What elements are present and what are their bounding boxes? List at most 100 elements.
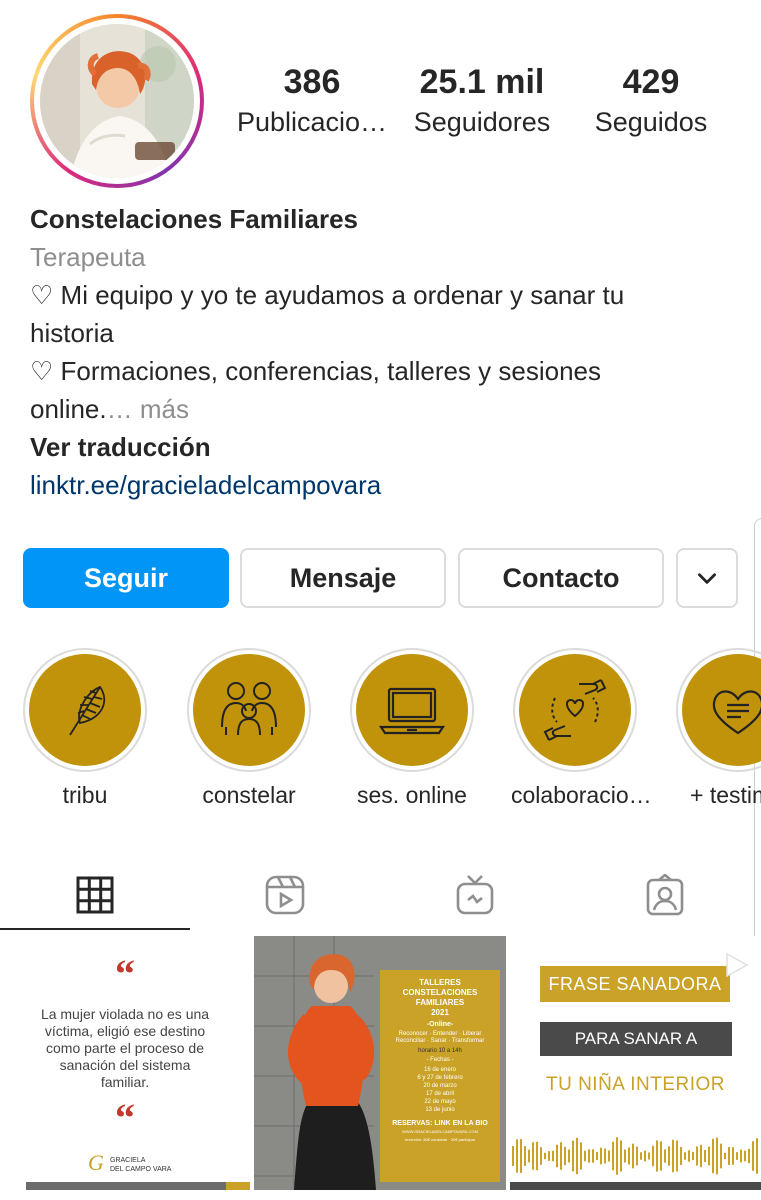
brand-logo-icon: G	[88, 1150, 104, 1175]
waveform-bar	[540, 1147, 542, 1165]
see-translation-link[interactable]: Ver traducción	[30, 428, 211, 466]
tagged-icon	[646, 874, 684, 916]
waveform-bar	[652, 1145, 654, 1167]
waveform-bar	[564, 1146, 566, 1166]
talleres-dates-label: - Fechas -	[426, 1057, 454, 1063]
waveform-bar	[712, 1138, 714, 1174]
waveform-bar	[656, 1140, 658, 1172]
profile-name: Constelaciones Familiares	[30, 204, 359, 234]
highlight-testimonios[interactable]: + testim	[674, 648, 761, 838]
talleres-date: 20 de marzo	[423, 1083, 457, 1089]
highlight-label: constelar	[202, 782, 296, 808]
waveform-bar	[728, 1147, 730, 1165]
waveform-bar	[704, 1149, 706, 1163]
waveform-bar	[640, 1152, 642, 1160]
profile-avatar[interactable]	[30, 14, 204, 188]
highlight-label: ses. online	[357, 782, 467, 808]
talleres-schedule: horario 10 a 14h	[418, 1048, 462, 1054]
waveform-bar	[628, 1147, 630, 1165]
post-tile-frase[interactable]: FRASE SANADORA PARA SANAR A TU NIÑA INTE…	[510, 936, 761, 1190]
quote-mark-top: “	[115, 951, 135, 996]
grid-icon	[76, 876, 114, 914]
waveform-bar	[588, 1149, 590, 1163]
waveform-bar	[544, 1152, 546, 1160]
tab-reels[interactable]	[190, 860, 380, 930]
waveform-bar	[720, 1143, 722, 1169]
waveform-bar	[644, 1150, 646, 1162]
stat-following[interactable]: 429 Seguidos	[572, 60, 730, 140]
profile-link[interactable]: linktr.ee/gracieladelcampovara	[30, 466, 381, 504]
highlight-tribu[interactable]: tribu	[21, 648, 149, 810]
feather-icon	[69, 685, 106, 736]
brand-line-2: DEL CAMPO VARA	[110, 1166, 172, 1173]
waveform-bar	[716, 1137, 718, 1175]
waveform-bar	[520, 1139, 522, 1173]
waveform-bar	[516, 1139, 518, 1173]
quote-line: como parte el proceso de	[46, 1040, 204, 1056]
heart-chat-icon	[712, 690, 761, 735]
talleres-date: 6 y 27 de febrero	[417, 1075, 463, 1081]
hands-heart-icon	[543, 679, 607, 741]
waveform-bar	[648, 1152, 650, 1160]
bio-line-4-text: online.	[30, 394, 107, 424]
highlight-label: colaboracio…	[511, 782, 652, 808]
message-button[interactable]: Mensaje	[240, 548, 446, 608]
family-icon	[221, 682, 277, 736]
waveform-bar	[580, 1142, 582, 1170]
talleres-keywords: Reconciliar · Sanar · Transformar	[395, 1038, 485, 1044]
waveform-bar	[636, 1146, 638, 1166]
follow-button[interactable]: Seguir	[23, 548, 229, 608]
bio-more-link[interactable]: … más	[107, 394, 189, 424]
tab-tagged[interactable]	[570, 860, 760, 930]
suggested-accounts-button[interactable]	[676, 548, 738, 608]
highlight-colaboraciones[interactable]: colaboracio…	[511, 648, 652, 810]
reel-play-icon	[726, 952, 749, 978]
tab-igtv[interactable]	[380, 860, 570, 930]
highlight-label: tribu	[62, 782, 108, 808]
stat-followers[interactable]: 25.1 mil Seguidores	[402, 60, 562, 140]
waveform-bar	[600, 1147, 602, 1165]
quote-line: La mujer violada no es una	[40, 1006, 210, 1022]
waveform-bar	[696, 1146, 698, 1166]
stat-posts-label: Publicacio…	[236, 107, 388, 137]
talleres-website: WWW.GRACIELADELCAMPOVARA.COM	[402, 1129, 478, 1134]
stat-followers-value: 25.1 mil	[419, 63, 545, 101]
contact-button[interactable]: Contacto	[458, 548, 664, 608]
brand-line-1: GRACIELA	[110, 1157, 146, 1164]
waveform-bar	[752, 1141, 754, 1171]
laptop-icon	[378, 687, 446, 735]
highlight-constelar[interactable]: constelar	[185, 648, 313, 810]
waveform-bar	[692, 1151, 694, 1161]
waveform-bar	[672, 1139, 674, 1173]
bio-line-3: ♡ Formaciones, conferencias, talleres y …	[30, 356, 601, 386]
talleres-title-line: CONSTELACIONES	[402, 988, 478, 997]
tab-grid[interactable]	[0, 860, 190, 930]
waveform-bar	[748, 1148, 750, 1164]
highlight-ses-online[interactable]: ses. online	[348, 648, 476, 810]
talleres-title-line: TALLERES	[419, 978, 461, 987]
stat-posts-value: 386	[283, 63, 341, 101]
waveform-bar	[632, 1143, 634, 1169]
stat-posts[interactable]: 386 Publicacio…	[232, 60, 392, 140]
talleres-date: 17 de abril	[425, 1091, 455, 1097]
waveform-bar	[596, 1151, 598, 1161]
talleres-price: Inversión: 80€ constelar · 30€ participa…	[404, 1137, 476, 1142]
waveform-bar	[740, 1149, 742, 1163]
waveform-bar	[612, 1141, 614, 1171]
avatar-photo	[40, 24, 194, 178]
waveform-bar	[724, 1152, 726, 1160]
post-tile-quote[interactable]: “ La mujer violada no es una víctima, el…	[0, 936, 250, 1190]
waveform-bar	[532, 1142, 534, 1170]
audio-waveform-icon	[512, 1137, 758, 1175]
waveform-bar	[608, 1150, 610, 1162]
waveform-bar	[756, 1138, 758, 1174]
quote-line: víctima, eligió ese destino	[44, 1023, 206, 1039]
post-tile-talleres[interactable]: TALLERES CONSTELACIONES FAMILIARES 2021 …	[254, 936, 506, 1190]
frase-line-3: TU NIÑA INTERIOR	[545, 1074, 725, 1095]
waveform-bar	[524, 1146, 526, 1166]
igtv-icon	[456, 875, 494, 915]
frase-line-2: PARA SANAR A	[540, 1022, 732, 1056]
waveform-bar	[572, 1140, 574, 1172]
waveform-bar	[744, 1150, 746, 1162]
waveform-bar	[560, 1142, 562, 1170]
